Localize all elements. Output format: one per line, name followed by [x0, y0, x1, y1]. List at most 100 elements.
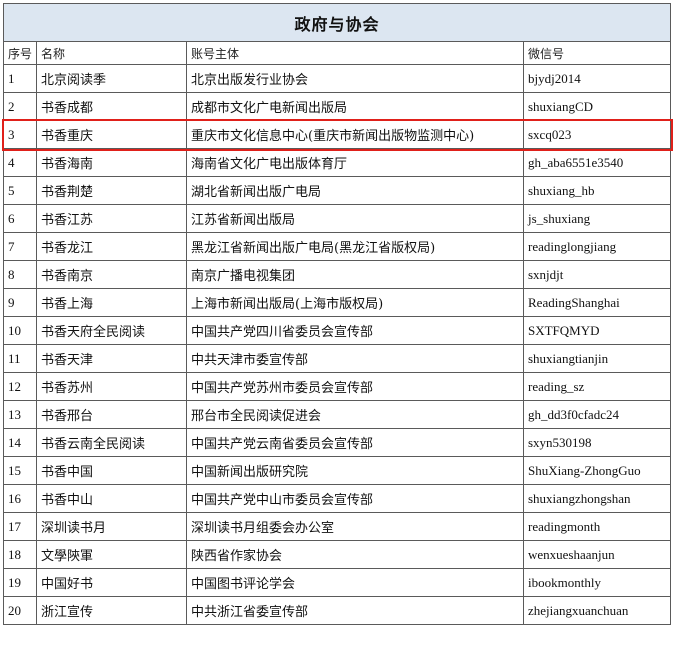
- row-entity: 中国图书评论学会: [186, 568, 524, 597]
- row-wechat-id: shuxiangCD: [522, 92, 672, 121]
- table-row: 11 书香天津 中共天津市委宣传部 shuxiangtianjin: [3, 344, 672, 373]
- table-row: 6 书香江苏 江苏省新闻出版局 js_shuxiang: [3, 204, 672, 233]
- row-wechat-id: shuxiang_hb: [522, 176, 672, 205]
- table-row: 15 书香中国 中国新闻出版研究院 ShuXiang-ZhongGuo: [3, 456, 672, 485]
- row-name: 文學陝軍: [36, 540, 187, 569]
- row-name: 书香重庆: [36, 120, 187, 149]
- table-row: 13 书香邢台 邢台市全民阅读促进会 gh_dd3f0cfadc24: [3, 400, 672, 429]
- table-row: 20 浙江宣传 中共浙江省委宣传部 zhejiangxuanchuan: [3, 596, 672, 625]
- row-wechat-id: readinglongjiang: [522, 232, 672, 261]
- row-wechat-id: reading_sz: [522, 372, 672, 401]
- header-row: 序号 名称 账号主体 微信号: [3, 41, 672, 65]
- row-name: 中国好书: [36, 568, 187, 597]
- row-wechat-id: readingmonth: [522, 512, 672, 541]
- table-row: 18 文學陝軍 陕西省作家协会 wenxueshaanjun: [3, 540, 672, 569]
- row-wechat-id: SXTFQMYD: [522, 316, 672, 345]
- row-entity: 中国共产党中山市委员会宣传部: [186, 484, 524, 513]
- row-wechat-id: zhejiangxuanchuan: [522, 596, 672, 625]
- row-name: 书香中山: [36, 484, 187, 513]
- table-title: 政府与协会: [2, 3, 672, 42]
- row-entity: 上海市新闻出版局(上海市版权局): [186, 288, 524, 317]
- row-name: 书香成都: [36, 92, 187, 121]
- column-header-entity: 账号主体: [186, 41, 524, 65]
- row-wechat-id: shuxiangzhongshan: [522, 484, 672, 513]
- table-row: 8 书香南京 南京广播电视集团 sxnjdjt: [3, 260, 672, 289]
- row-wechat-id: sxnjdjt: [522, 260, 672, 289]
- row-name: 北京阅读季: [36, 64, 187, 93]
- row-name: 书香云南全民阅读: [36, 428, 187, 457]
- row-wechat-id: ibookmonthly: [522, 568, 672, 597]
- row-number: 20: [3, 596, 37, 625]
- table-row: 5 书香荆楚 湖北省新闻出版广电局 shuxiang_hb: [3, 176, 672, 205]
- row-entity: 中共浙江省委宣传部: [186, 596, 524, 625]
- row-number: 16: [3, 484, 37, 513]
- row-number: 18: [3, 540, 37, 569]
- row-number: 14: [3, 428, 37, 457]
- row-name: 书香荆楚: [36, 176, 187, 205]
- row-entity: 黑龙江省新闻出版广电局(黑龙江省版权局): [186, 232, 524, 261]
- row-entity: 南京广播电视集团: [186, 260, 524, 289]
- row-number: 19: [3, 568, 37, 597]
- row-wechat-id: wenxueshaanjun: [522, 540, 672, 569]
- row-name: 书香邢台: [36, 400, 187, 429]
- row-entity: 中国共产党苏州市委员会宣传部: [186, 372, 524, 401]
- row-wechat-id: ReadingShanghai: [522, 288, 672, 317]
- table-row: 2 书香成都 成都市文化广电新闻出版局 shuxiangCD: [3, 92, 672, 121]
- row-number: 2: [3, 92, 37, 121]
- row-entity: 深圳读书月组委会办公室: [186, 512, 524, 541]
- row-name: 书香天津: [36, 344, 187, 373]
- row-wechat-id: sxcq023: [522, 120, 672, 149]
- row-entity: 海南省文化广电出版体育厅: [186, 148, 524, 177]
- table-row: 10 书香天府全民阅读 中国共产党四川省委员会宣传部 SXTFQMYD: [3, 316, 672, 345]
- row-wechat-id: bjydj2014: [522, 64, 672, 93]
- row-wechat-id: ShuXiang-ZhongGuo: [522, 456, 672, 485]
- row-entity: 中国共产党云南省委员会宣传部: [186, 428, 524, 457]
- row-number: 15: [3, 456, 37, 485]
- row-name: 书香龙江: [36, 232, 187, 261]
- table-row: 16 书香中山 中国共产党中山市委员会宣传部 shuxiangzhongshan: [3, 484, 672, 513]
- table-row: 1 北京阅读季 北京出版发行业协会 bjydj2014: [3, 64, 672, 93]
- row-name: 书香南京: [36, 260, 187, 289]
- row-number: 13: [3, 400, 37, 429]
- row-number: 6: [3, 204, 37, 233]
- table-row: 19 中国好书 中国图书评论学会 ibookmonthly: [3, 568, 672, 597]
- table-row: 14 书香云南全民阅读 中国共产党云南省委员会宣传部 sxyn530198: [3, 428, 672, 457]
- row-entity: 中国共产党四川省委员会宣传部: [186, 316, 524, 345]
- column-header-wechat: 微信号: [522, 41, 672, 65]
- column-header-number: 序号: [3, 41, 37, 65]
- row-name: 书香天府全民阅读: [36, 316, 187, 345]
- row-wechat-id: sxyn530198: [522, 428, 672, 457]
- row-entity: 中共天津市委宣传部: [186, 344, 524, 373]
- row-entity: 北京出版发行业协会: [186, 64, 524, 93]
- row-number: 1: [3, 64, 37, 93]
- row-entity: 陕西省作家协会: [186, 540, 524, 569]
- row-number: 7: [3, 232, 37, 261]
- row-entity: 江苏省新闻出版局: [186, 204, 524, 233]
- row-name: 书香江苏: [36, 204, 187, 233]
- table-row: 12 书香苏州 中国共产党苏州市委员会宣传部 reading_sz: [3, 372, 672, 401]
- row-entity: 重庆市文化信息中心(重庆市新闻出版物监测中心): [186, 120, 524, 149]
- row-number: 8: [3, 260, 37, 289]
- row-number: 10: [3, 316, 37, 345]
- row-wechat-id: shuxiangtianjin: [522, 344, 672, 373]
- row-entity: 中国新闻出版研究院: [186, 456, 524, 485]
- row-wechat-id: gh_aba6551e3540: [522, 148, 672, 177]
- table-row: 4 书香海南 海南省文化广电出版体育厅 gh_aba6551e3540: [3, 148, 672, 177]
- row-name: 书香海南: [36, 148, 187, 177]
- table-row: 17 深圳读书月 深圳读书月组委会办公室 readingmonth: [3, 512, 672, 541]
- row-name: 深圳读书月: [36, 512, 187, 541]
- row-name: 书香上海: [36, 288, 187, 317]
- row-wechat-id: js_shuxiang: [522, 204, 672, 233]
- row-wechat-id: gh_dd3f0cfadc24: [522, 400, 672, 429]
- row-entity: 成都市文化广电新闻出版局: [186, 92, 524, 121]
- row-entity: 湖北省新闻出版广电局: [186, 176, 524, 205]
- account-table: 政府与协会 序号 名称 账号主体 微信号 1 北京阅读季 北京出版发行业协会 bjyd…: [2, 3, 672, 625]
- row-number: 3: [3, 120, 37, 149]
- row-name: 书香中国: [36, 456, 187, 485]
- row-number: 12: [3, 372, 37, 401]
- row-number: 4: [3, 148, 37, 177]
- column-header-name: 名称: [36, 41, 187, 65]
- table-row: 9 书香上海 上海市新闻出版局(上海市版权局) ReadingShanghai: [3, 288, 672, 317]
- row-number: 17: [3, 512, 37, 541]
- table-row: 3 书香重庆 重庆市文化信息中心(重庆市新闻出版物监测中心) sxcq023: [3, 120, 672, 149]
